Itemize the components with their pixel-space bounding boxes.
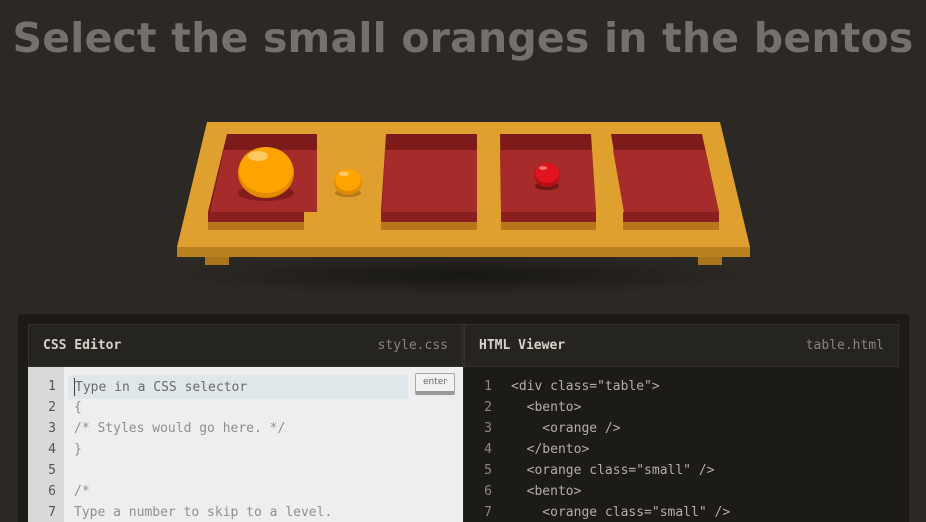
html-viewer-body: 1 2 3 4 5 6 7 <div class="table"> <bento…: [464, 367, 899, 522]
html-code-line[interactable]: <div class="table">: [511, 379, 660, 394]
css-code-line: /* Styles would go here. */: [74, 421, 286, 436]
line-number: 2: [484, 400, 492, 415]
line-number: 3: [48, 421, 56, 436]
table-stage: [0, 100, 926, 310]
bento-4[interactable]: [611, 134, 719, 230]
small-orange-on-table[interactable]: [334, 169, 362, 197]
html-viewer: HTML Viewer table.html 1 2 3 4 5 6 7 <di…: [463, 324, 899, 522]
css-editor-body: 1 2 3 4 5 6 7 enter { /* Styles would go…: [28, 367, 463, 522]
bento-2[interactable]: [381, 134, 477, 230]
html-line-numbers: 1 2 3 4 5 6 7: [464, 367, 500, 522]
css-editor-header: CSS Editor style.css: [28, 324, 463, 367]
html-viewer-filename: table.html: [805, 338, 884, 353]
enter-button[interactable]: enter: [415, 373, 455, 395]
html-viewer-header: HTML Viewer table.html: [464, 324, 899, 367]
level-instruction: Select the small oranges in the bentos: [12, 14, 914, 62]
bento-1[interactable]: [208, 134, 317, 230]
html-code-line[interactable]: <bento>: [511, 400, 582, 415]
small-apple-in-bento-3[interactable]: [534, 163, 560, 190]
line-number: 3: [484, 421, 492, 436]
line-number: 4: [48, 442, 56, 457]
html-code-line[interactable]: <bento>: [511, 484, 582, 499]
bento-table-illustration: [163, 122, 763, 297]
css-code-line: }: [74, 442, 82, 457]
editor-panel: CSS Editor style.css 1 2 3 4 5 6 7 enter…: [18, 314, 909, 522]
line-number: 1: [484, 379, 492, 394]
line-number: 4: [484, 442, 492, 457]
css-line-numbers: 1 2 3 4 5 6 7: [28, 367, 64, 522]
html-code-line[interactable]: <orange class="small" />: [511, 505, 730, 520]
line-number: 1: [48, 379, 56, 394]
orange-in-bento-1[interactable]: [238, 147, 294, 201]
css-code-line: /*: [74, 484, 90, 499]
css-editor: CSS Editor style.css 1 2 3 4 5 6 7 enter…: [28, 324, 463, 522]
line-number: 7: [48, 505, 56, 520]
line-number: 5: [484, 463, 492, 478]
bento-3[interactable]: [500, 134, 596, 230]
css-editor-filename: style.css: [377, 338, 448, 353]
html-code-line[interactable]: <orange />: [511, 421, 620, 436]
css-code-line: {: [74, 400, 82, 415]
line-number: 6: [484, 484, 492, 499]
html-viewer-title: HTML Viewer: [479, 338, 566, 353]
css-selector-input[interactable]: [74, 378, 404, 396]
html-code-line[interactable]: </bento>: [511, 442, 590, 457]
css-code-line: Type a number to skip to a level.: [74, 505, 333, 520]
line-number: 5: [48, 463, 56, 478]
html-code-line[interactable]: <orange class="small" />: [511, 463, 715, 478]
line-number: 7: [484, 505, 492, 520]
css-editor-title: CSS Editor: [43, 338, 122, 353]
line-number: 2: [48, 400, 56, 415]
line-number: 6: [48, 484, 56, 499]
table-shadow: [163, 253, 763, 297]
